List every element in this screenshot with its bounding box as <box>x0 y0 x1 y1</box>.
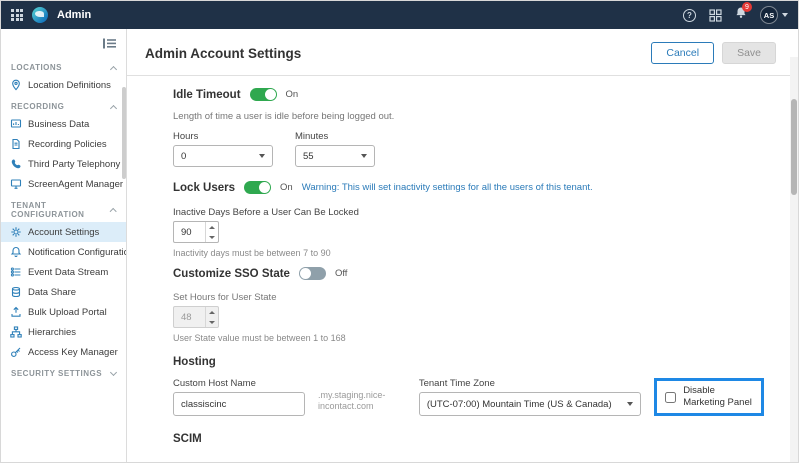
disable-marketing-panel-label: Disable Marketing Panel <box>683 385 753 409</box>
key-icon <box>10 346 22 358</box>
stepper-down-icon <box>206 317 218 327</box>
sidebar-section-security-settings[interactable]: SECURITY SETTINGS <box>1 362 126 381</box>
idle-timeout-label: Idle Timeout <box>173 89 241 101</box>
database-icon <box>10 286 22 298</box>
document-icon <box>10 138 22 150</box>
cancel-button[interactable]: Cancel <box>651 42 714 64</box>
app-launcher-icon[interactable] <box>11 9 23 21</box>
location-pin-icon <box>10 79 22 91</box>
lock-users-warning: Warning: This will set inactivity settin… <box>302 182 593 193</box>
idle-timeout-description: Length of time a user is idle before bei… <box>173 111 764 122</box>
topbar: Admin ? 9 AS <box>1 1 798 29</box>
tenant-time-zone-select[interactable]: (UTC-07:00) Mountain Time (US & Canada) <box>419 392 641 416</box>
avatar: AS <box>760 6 778 24</box>
bell-icon <box>10 246 22 258</box>
hosting-heading: Hosting <box>173 356 764 368</box>
lock-users-label: Lock Users <box>173 182 235 194</box>
hierarchy-icon <box>10 326 22 338</box>
customize-sso-toggle[interactable] <box>299 267 326 280</box>
sidebar-item-bulk-upload-portal[interactable]: Bulk Upload Portal <box>1 302 126 322</box>
chevron-up-icon <box>110 208 117 215</box>
phone-icon <box>10 158 22 170</box>
lock-users-state: On <box>280 182 293 193</box>
notification-count-badge: 9 <box>742 2 752 12</box>
sidebar-item-account-settings[interactable]: Account Settings <box>1 222 126 242</box>
inactive-days-hint: Inactivity days must be between 7 to 90 <box>173 248 764 258</box>
sidebar-section-locations[interactable]: LOCATIONS <box>1 56 126 75</box>
chevron-down-icon <box>110 369 117 376</box>
idle-timeout-state: On <box>286 89 299 100</box>
chevron-up-icon <box>110 65 117 72</box>
collapse-sidebar-icon[interactable] <box>103 36 116 54</box>
apps-grid-icon[interactable] <box>709 9 722 22</box>
monitor-icon <box>10 178 22 190</box>
customize-sso-label: Customize SSO State <box>173 268 290 280</box>
custom-host-name-label: Custom Host Name <box>173 378 305 389</box>
chevron-up-icon <box>110 104 117 111</box>
page-scrollbar-thumb[interactable] <box>791 99 797 195</box>
sidebar-item-event-data-stream[interactable]: Event Data Stream <box>1 262 126 282</box>
chevron-down-icon <box>361 154 367 158</box>
inactive-days-label: Inactive Days Before a User Can Be Locke… <box>173 207 764 218</box>
app-title: Admin <box>57 9 91 21</box>
sidebar-section-recording[interactable]: RECORDING <box>1 95 126 114</box>
sidebar-item-location-definitions[interactable]: Location Definitions <box>1 75 126 95</box>
sidebar-item-third-party-telephony[interactable]: Third Party Telephony <box>1 154 126 174</box>
scim-heading: SCIM <box>173 433 764 445</box>
set-hours-hint: User State value must be between 1 to 16… <box>173 333 764 343</box>
customize-sso-state: Off <box>335 268 348 279</box>
stepper-down-icon[interactable] <box>206 232 218 242</box>
sidebar-scrollbar[interactable] <box>122 87 126 179</box>
host-suffix-text: .my.staging.nice-incontact.com <box>318 390 406 413</box>
save-button[interactable]: Save <box>722 42 776 64</box>
notifications-bell-icon[interactable]: 9 <box>735 6 747 24</box>
chevron-down-icon <box>782 13 788 17</box>
sidebar-item-access-key-manager[interactable]: Access Key Manager <box>1 342 126 362</box>
page-scrollbar[interactable] <box>790 57 798 463</box>
inactive-days-stepper[interactable]: 90 <box>173 221 219 243</box>
hours-label: Hours <box>173 131 273 142</box>
stepper-up-icon <box>206 307 218 317</box>
minutes-select[interactable]: 55 <box>295 145 375 167</box>
sidebar-item-hierarchies[interactable]: Hierarchies <box>1 322 126 342</box>
sidebar-section-tenant-configuration[interactable]: TENANT CONFIGURATION <box>1 194 126 222</box>
upload-icon <box>10 306 22 318</box>
stream-icon <box>10 266 22 278</box>
sidebar-item-data-share[interactable]: Data Share <box>1 282 126 302</box>
minutes-label: Minutes <box>295 131 375 142</box>
page-title: Admin Account Settings <box>145 46 301 61</box>
sidebar-item-business-data[interactable]: Business Data <box>1 114 126 134</box>
main-panel: Admin Account Settings Cancel Save Idle … <box>127 29 798 463</box>
set-hours-stepper: 48 <box>173 306 219 328</box>
sidebar-item-notification-configuration[interactable]: Notification Configuration <box>1 242 126 262</box>
sidebar-item-screenagent-manager[interactable]: ScreenAgent Manager <box>1 174 126 194</box>
sidebar: LOCATIONS Location Definitions RECORDING… <box>1 29 127 463</box>
help-icon[interactable]: ? <box>683 9 696 22</box>
business-data-icon <box>10 118 22 130</box>
sidebar-item-recording-policies[interactable]: Recording Policies <box>1 134 126 154</box>
idle-timeout-toggle[interactable] <box>250 88 277 101</box>
gear-icon <box>10 226 22 238</box>
disable-marketing-panel-checkbox[interactable] <box>665 392 676 403</box>
tenant-time-zone-label: Tenant Time Zone <box>419 378 641 389</box>
custom-host-name-input[interactable] <box>173 392 305 416</box>
chevron-down-icon <box>259 154 265 158</box>
disable-marketing-panel-highlight: Disable Marketing Panel <box>654 378 764 416</box>
admin-app-window: Admin ? 9 AS LOCATIONS <box>0 0 799 463</box>
lock-users-toggle[interactable] <box>244 181 271 194</box>
stepper-up-icon[interactable] <box>206 222 218 232</box>
chevron-down-icon <box>627 402 633 406</box>
user-menu[interactable]: AS <box>760 6 788 24</box>
hours-select[interactable]: 0 <box>173 145 273 167</box>
brand-logo-icon <box>32 7 48 23</box>
set-hours-label: Set Hours for User State <box>173 292 764 303</box>
